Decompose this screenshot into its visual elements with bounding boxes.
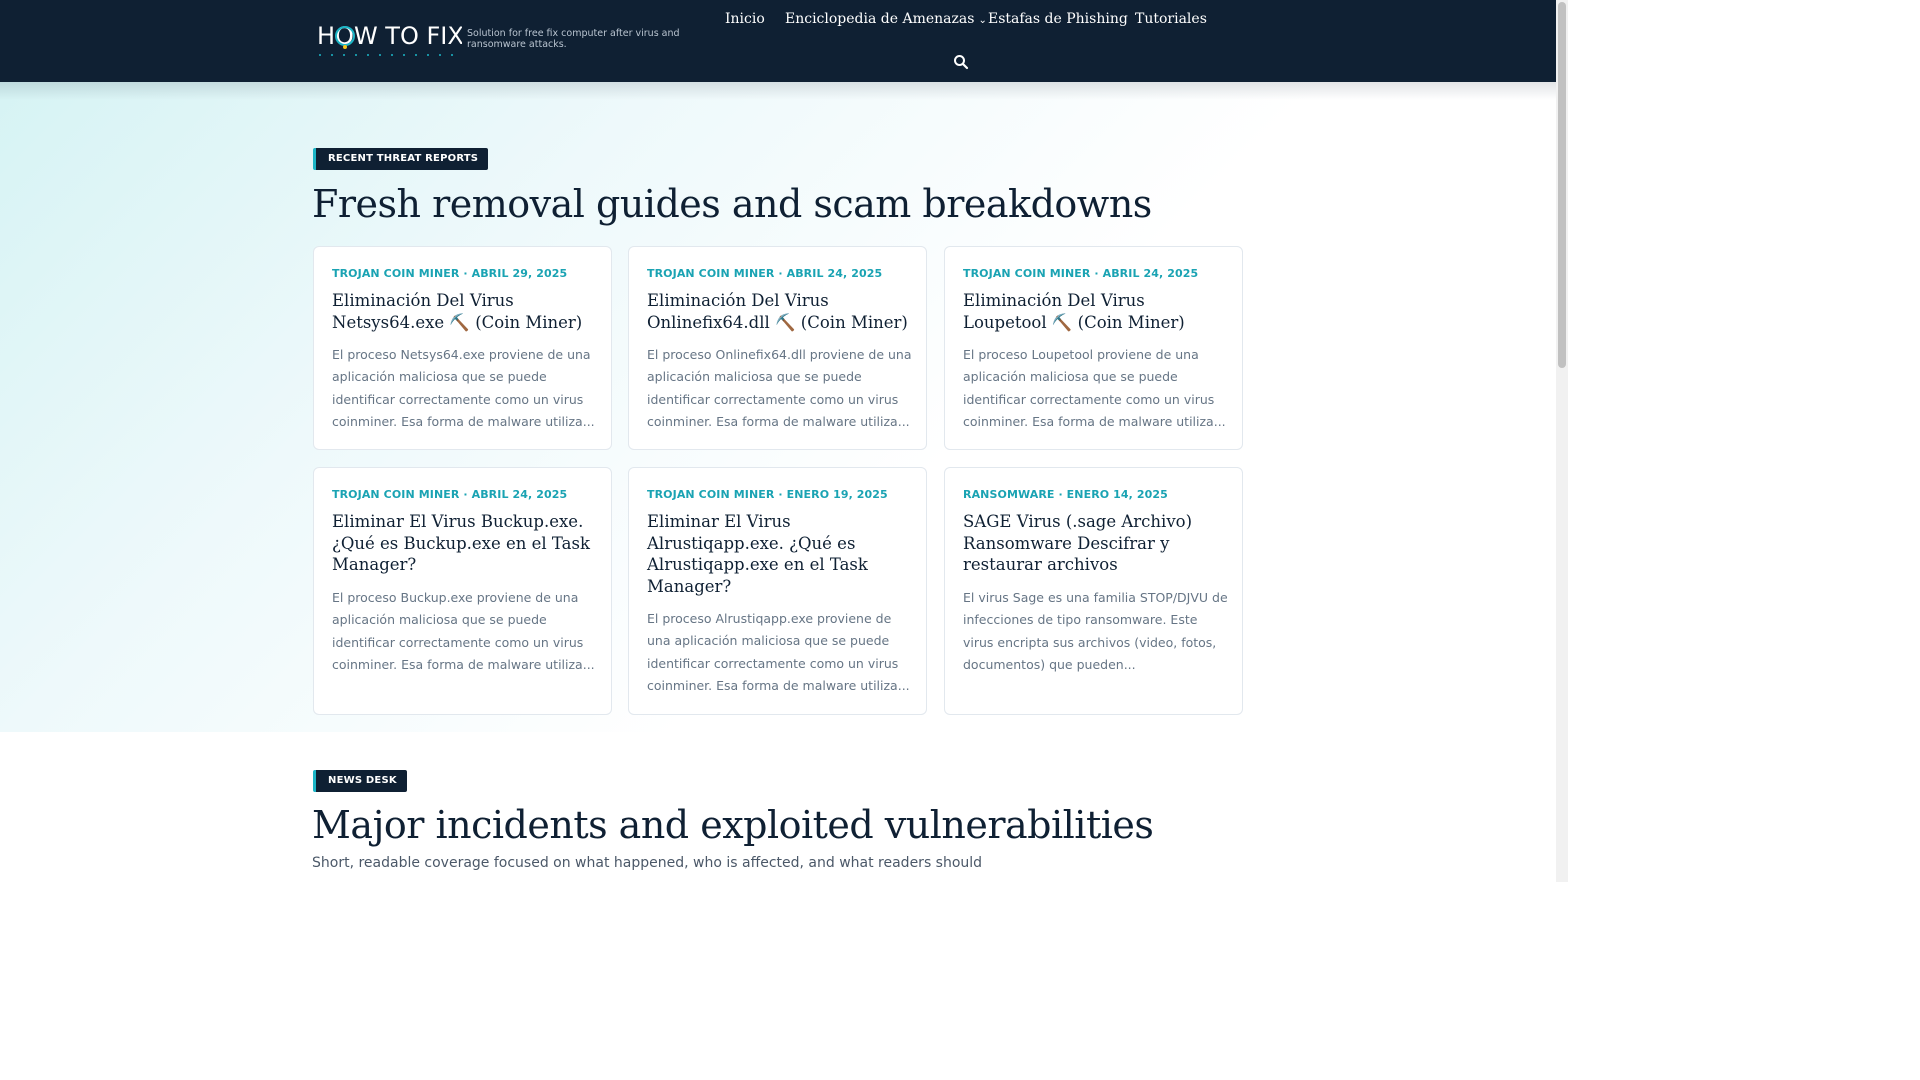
card-title[interactable]: Eliminación Del Virus Netsys64.exe ⛏️ (C… xyxy=(332,290,602,333)
card-excerpt: El proceso Onlinefix64.dll proviene de u… xyxy=(647,347,912,429)
card-meta: RANSOMWARE · ENERO 14, 2025 xyxy=(963,488,1168,501)
card-meta: TROJAN COIN MINER · ABRIL 24, 2025 xyxy=(332,488,568,501)
card-excerpt: El proceso Loupetool proviene de una apl… xyxy=(963,347,1226,429)
card-title[interactable]: Eliminación Del Virus Loupetool ⛏️ (Coin… xyxy=(963,290,1233,333)
nav-item-label: Inicio xyxy=(725,11,765,27)
card-excerpt: El virus Sage es una familia STOP/DJVU d… xyxy=(963,590,1228,672)
nav-item-tutoriales[interactable]: Tutoriales xyxy=(1135,11,1207,27)
article-card[interactable]: TROJAN COIN MINER · ABRIL 24, 2025 Elimi… xyxy=(628,246,927,450)
nav-item-label: Estafas de Phishing xyxy=(988,11,1128,27)
chevron-down-icon: ⌄ xyxy=(978,15,987,26)
nav-item-label: Enciclopedia de Amenazas xyxy=(785,11,975,27)
nav-item-label: Tutoriales xyxy=(1135,11,1207,27)
article-card[interactable]: RANSOMWARE · ENERO 14, 2025 SAGE Virus (… xyxy=(944,467,1243,715)
card-excerpt: El proceso Netsys64.exe proviene de una … xyxy=(332,347,595,429)
logo-icon: HOW TO FIX xyxy=(317,22,462,56)
card-title[interactable]: Eliminación Del Virus Onlinefix64.dll ⛏️… xyxy=(647,290,917,333)
card-title[interactable]: Eliminar El Virus Alrustiqapp.exe. ¿Qué … xyxy=(647,511,917,597)
news-desk-title: Major incidents and exploited vulnerabil… xyxy=(312,803,1154,847)
news-desk-badge: NEWS DESK xyxy=(313,770,407,792)
site-header: HOW TO FIX Solution for free fix compute… xyxy=(0,0,1556,82)
card-meta: TROJAN COIN MINER · ENERO 19, 2025 xyxy=(647,488,888,501)
search-icon xyxy=(954,55,969,70)
card-excerpt: El proceso Buckup.exe proviene de una ap… xyxy=(332,590,595,672)
nav-item-phishing[interactable]: Estafas de Phishing xyxy=(988,11,1128,27)
article-card[interactable]: TROJAN COIN MINER · ABRIL 24, 2025 Elimi… xyxy=(313,467,612,715)
card-meta: TROJAN COIN MINER · ABRIL 29, 2025 xyxy=(332,267,568,280)
card-meta: TROJAN COIN MINER · ABRIL 24, 2025 xyxy=(963,267,1199,280)
news-desk-subtitle: Short, readable coverage focused on what… xyxy=(312,855,983,871)
article-card[interactable]: TROJAN COIN MINER · ENERO 19, 2025 Elimi… xyxy=(628,467,927,715)
card-excerpt: El proceso Alrustiqapp.exe proviene de u… xyxy=(647,611,910,693)
nav-item-enciclopedia[interactable]: Enciclopedia de Amenazas ⌄ xyxy=(785,11,987,27)
logo-text: HOW TO FIX xyxy=(317,22,462,50)
article-card[interactable]: TROJAN COIN MINER · ABRIL 24, 2025 Elimi… xyxy=(944,246,1243,450)
header-shadow xyxy=(0,82,1556,100)
recent-reports-badge: RECENT THREAT REPORTS xyxy=(313,148,489,170)
card-meta: TROJAN COIN MINER · ABRIL 24, 2025 xyxy=(647,267,883,280)
site-logo[interactable]: HOW TO FIX xyxy=(317,20,462,60)
search-button[interactable] xyxy=(953,54,969,70)
card-title[interactable]: SAGE Virus (.sage Archivo) Ransomware De… xyxy=(963,511,1233,576)
site-tagline: Solution for free fix computer after vir… xyxy=(467,28,680,50)
recent-reports-title: Fresh removal guides and scam breakdowns xyxy=(312,182,1152,226)
article-card[interactable]: TROJAN COIN MINER · ABRIL 29, 2025 Elimi… xyxy=(313,246,612,450)
card-title[interactable]: Eliminar El Virus Buckup.exe. ¿Qué es Bu… xyxy=(332,511,602,576)
nav-item-inicio[interactable]: Inicio xyxy=(725,11,765,27)
scrollbar-thumb[interactable] xyxy=(1558,2,1566,368)
